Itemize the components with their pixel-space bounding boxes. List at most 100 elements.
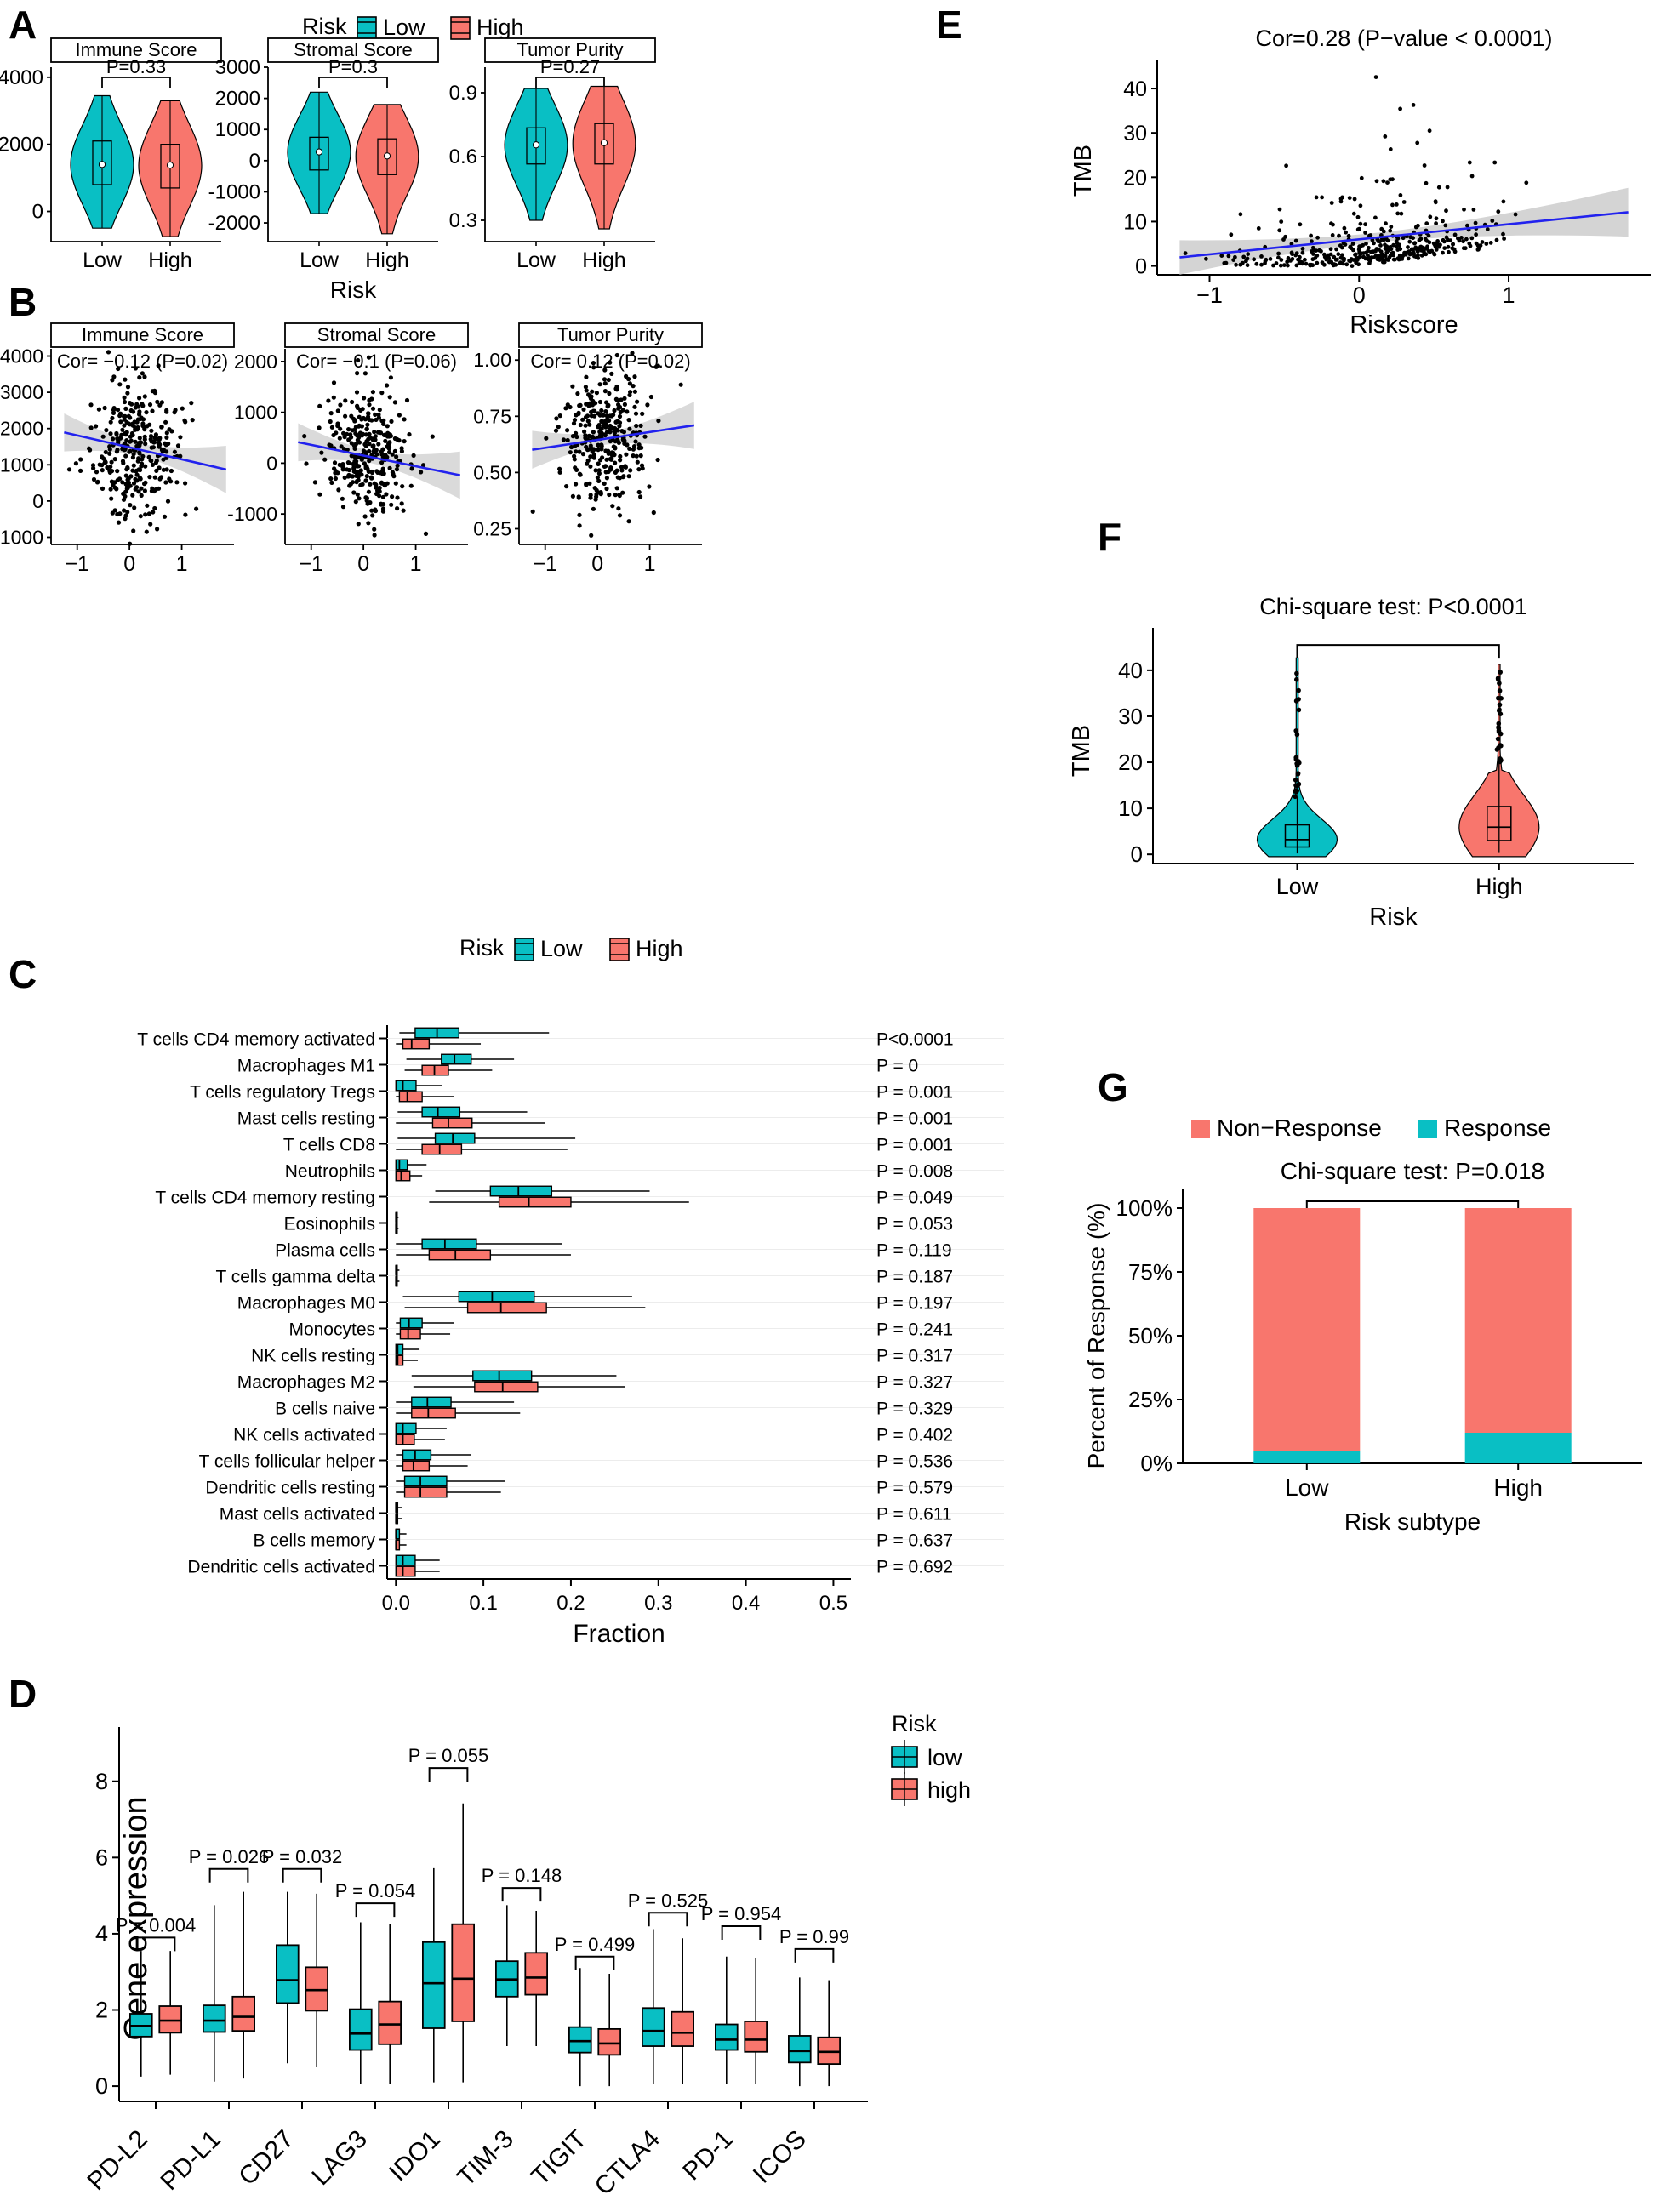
data-point bbox=[1315, 254, 1320, 258]
x-tick-label: 1 bbox=[176, 552, 188, 576]
data-point bbox=[578, 402, 583, 408]
data-point bbox=[635, 399, 640, 404]
data-point bbox=[107, 447, 112, 452]
box bbox=[399, 1328, 421, 1340]
data-point bbox=[1384, 244, 1390, 248]
data-point bbox=[327, 442, 332, 448]
data-point bbox=[419, 470, 424, 475]
boxplot-high bbox=[451, 1803, 475, 2083]
boxplot-high bbox=[429, 1196, 689, 1208]
data-point bbox=[399, 446, 404, 451]
data-point bbox=[114, 449, 119, 454]
data-point bbox=[399, 501, 404, 506]
data-point bbox=[1494, 237, 1499, 242]
boxplot-high bbox=[524, 1911, 548, 2047]
data-point bbox=[655, 363, 661, 368]
data-point bbox=[591, 408, 596, 413]
data-point bbox=[1395, 211, 1401, 216]
gene-group-TIM-3: P = 0.148 TIM-3 bbox=[452, 1865, 562, 2192]
data-point bbox=[1304, 261, 1309, 266]
data-point bbox=[1445, 185, 1450, 190]
data-point bbox=[391, 474, 397, 479]
data-point bbox=[588, 464, 593, 469]
data-point bbox=[139, 493, 144, 498]
data-point bbox=[614, 468, 619, 473]
data-point bbox=[340, 462, 345, 467]
data-point bbox=[143, 512, 148, 517]
pvalue-label: P = 0.001 bbox=[876, 1136, 953, 1155]
stacked-bar-high bbox=[1464, 1208, 1572, 1463]
data-point bbox=[379, 391, 385, 396]
data-point bbox=[135, 425, 140, 430]
correlation-annotation: Cor= −0.1 (P=0.06) bbox=[296, 351, 457, 372]
data-point bbox=[1496, 721, 1502, 727]
data-point bbox=[1469, 236, 1475, 241]
data-point bbox=[368, 482, 373, 487]
data-point bbox=[173, 408, 178, 413]
box bbox=[395, 1554, 416, 1566]
data-point bbox=[1485, 227, 1490, 231]
data-point bbox=[1293, 794, 1298, 800]
box bbox=[441, 1053, 472, 1065]
data-point bbox=[117, 511, 123, 516]
boxplot-low bbox=[715, 1956, 739, 2084]
boxplot-low bbox=[396, 1475, 505, 1487]
data-point bbox=[1353, 252, 1358, 257]
cell-type-label: T cells follicular helper bbox=[199, 1452, 375, 1472]
significance-bracket bbox=[721, 1924, 762, 1940]
data-point bbox=[585, 448, 591, 453]
data-point bbox=[319, 450, 324, 455]
cell-row: T cells CD8 P = 0.001 bbox=[283, 1132, 1004, 1155]
data-point bbox=[395, 436, 400, 442]
data-point bbox=[1399, 211, 1404, 216]
data-point bbox=[331, 380, 337, 385]
data-point bbox=[615, 438, 620, 443]
data-point bbox=[1375, 257, 1380, 262]
data-point bbox=[123, 406, 128, 411]
box bbox=[421, 1106, 461, 1118]
boxplot-high bbox=[671, 1938, 694, 2084]
pvalue-label: P<0.0001 bbox=[876, 1030, 954, 1050]
y-tick-label: 2000 bbox=[234, 351, 277, 373]
data-point bbox=[342, 475, 347, 480]
boxplot-high bbox=[396, 1143, 568, 1155]
data-point bbox=[129, 402, 134, 407]
data-point bbox=[616, 406, 621, 411]
facet-immune-score: Immune Score400020000P=0.33Low High bbox=[0, 37, 222, 272]
data-point bbox=[584, 482, 589, 487]
data-point bbox=[100, 456, 106, 461]
data-point bbox=[1351, 248, 1355, 253]
data-point bbox=[623, 465, 628, 470]
y-tick-label: 2000 bbox=[0, 418, 43, 440]
data-point bbox=[1502, 237, 1506, 241]
cell-row: NK cells resting P = 0.317 bbox=[251, 1343, 1004, 1366]
data-point bbox=[159, 425, 164, 430]
data-point bbox=[570, 493, 576, 499]
data-point bbox=[109, 496, 114, 501]
legend-swatch bbox=[1418, 1120, 1437, 1138]
data-point bbox=[544, 436, 549, 441]
panel-g-legend: Non−Response Response bbox=[1191, 1115, 1551, 1141]
data-point bbox=[88, 448, 93, 453]
data-point bbox=[407, 432, 412, 437]
data-point bbox=[571, 421, 577, 426]
data-point bbox=[1259, 262, 1264, 267]
data-point bbox=[634, 423, 639, 429]
data-point bbox=[409, 466, 414, 471]
data-point bbox=[133, 439, 138, 444]
data-point bbox=[372, 533, 377, 538]
data-point bbox=[1424, 180, 1429, 185]
data-point bbox=[128, 438, 134, 443]
data-point bbox=[147, 402, 153, 408]
data-point bbox=[96, 407, 101, 412]
data-point bbox=[1222, 260, 1227, 265]
data-point bbox=[345, 460, 351, 465]
data-point bbox=[1413, 225, 1418, 230]
data-point bbox=[159, 400, 164, 405]
data-point bbox=[576, 494, 581, 499]
data-point bbox=[648, 394, 654, 400]
pvalue-label: P = 0.008 bbox=[876, 1162, 953, 1182]
panel-d-legend: Risk low high bbox=[891, 1711, 971, 1806]
data-point bbox=[165, 499, 171, 504]
data-point bbox=[95, 479, 100, 484]
